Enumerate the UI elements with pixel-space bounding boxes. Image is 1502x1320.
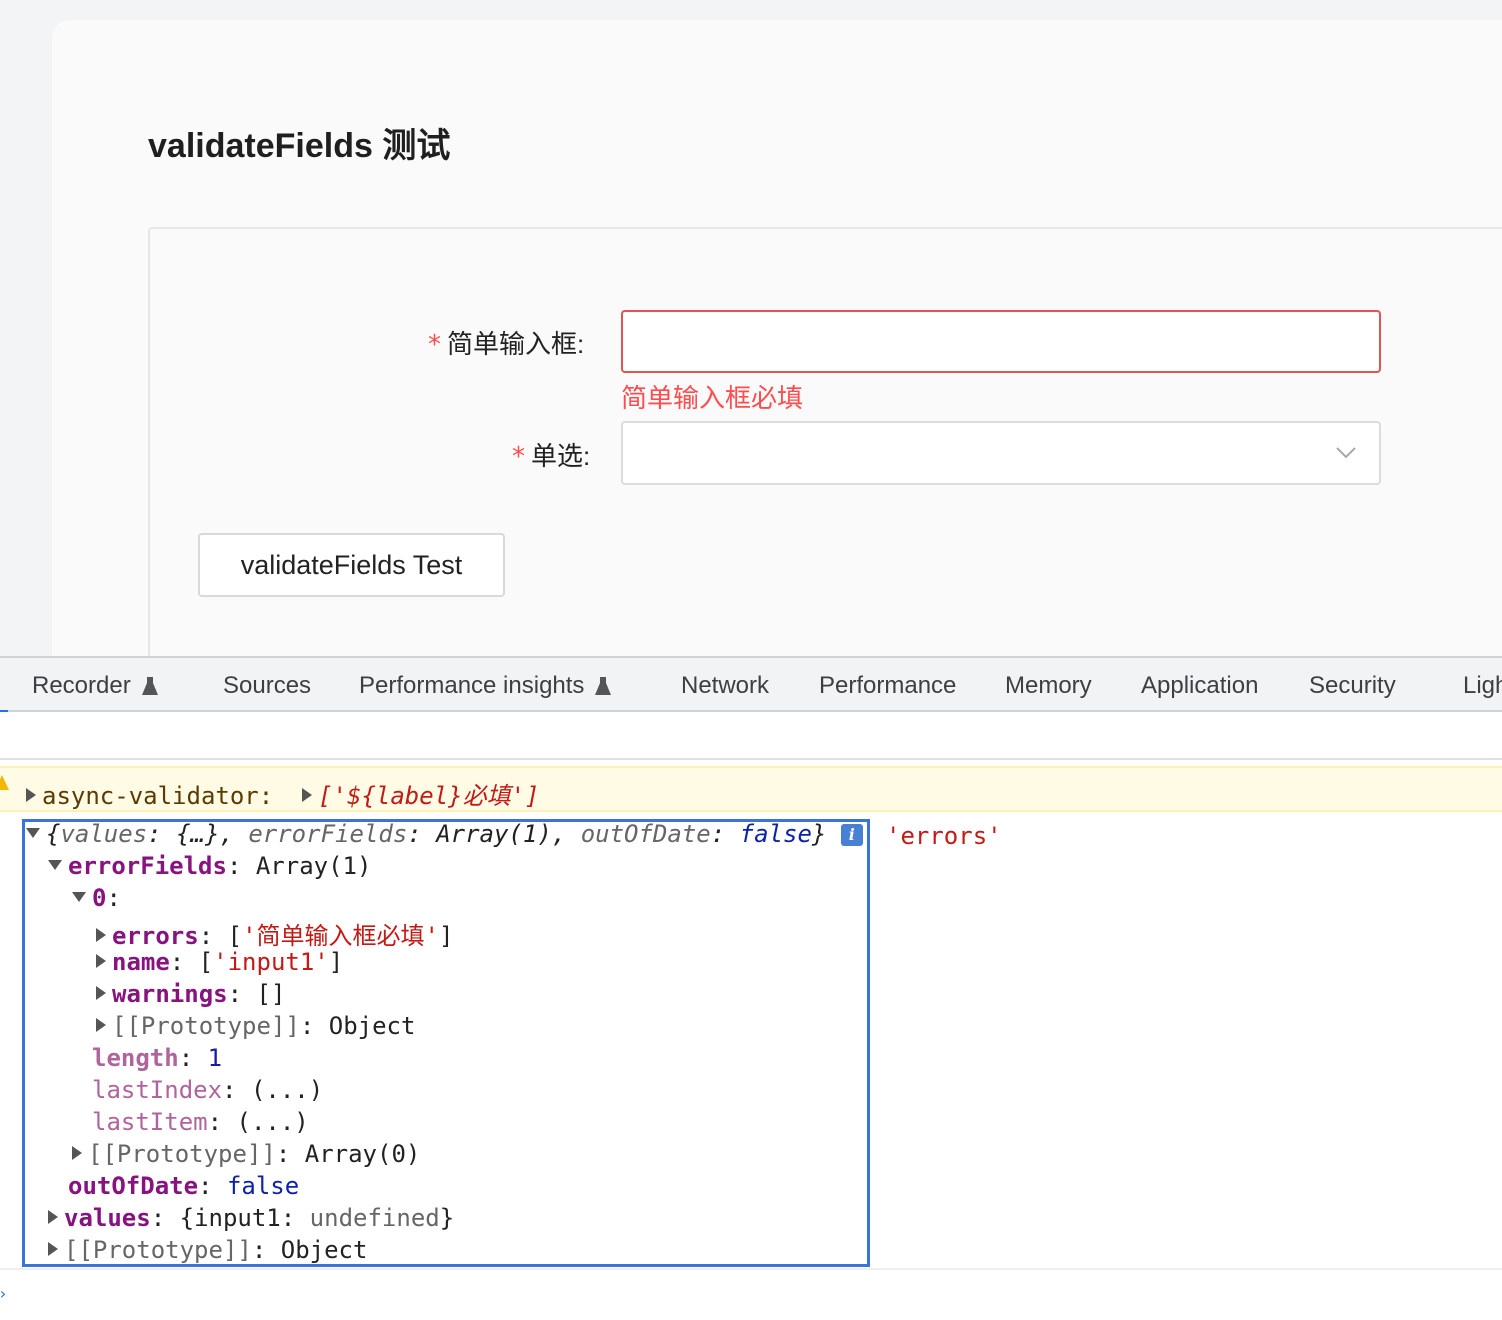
expand-arrow-icon[interactable] (26, 788, 36, 802)
warning-icon (0, 775, 9, 790)
tab-label: Performance insights (359, 672, 585, 699)
tree-errors[interactable]: errors: ['简单输入框必填'] (96, 916, 453, 951)
tree-values[interactable]: values: {input1: undefined} (48, 1204, 454, 1232)
expand-arrow-icon[interactable] (48, 1242, 58, 1256)
flask-icon (595, 677, 612, 695)
tab-security[interactable]: Security (1309, 672, 1396, 700)
tree-lastItem[interactable]: lastItem: (...) (92, 1108, 309, 1136)
collapse-arrow-icon[interactable] (48, 860, 62, 870)
field1-label: 简单输入框: (447, 329, 585, 359)
tab-sources[interactable]: Sources (223, 672, 311, 700)
console-divider (0, 1268, 1502, 1270)
tab-performance[interactable]: Performance (819, 672, 956, 700)
page-title: validateFields 测试 (148, 127, 451, 165)
expand-arrow-icon[interactable] (96, 954, 106, 968)
expand-arrow-icon[interactable] (96, 1018, 106, 1032)
tree-length: length: 1 (92, 1044, 223, 1072)
tab-lighthouse[interactable]: Ligh (1463, 672, 1502, 700)
info-icon[interactable]: i (840, 824, 863, 846)
single-select[interactable] (621, 421, 1381, 485)
tree-array-prototype[interactable]: [[Prototype]]: Array(0) (72, 1140, 420, 1168)
required-mark: * (512, 442, 525, 472)
field2-label: 单选: (531, 441, 591, 471)
tab-label: Sources (223, 672, 312, 699)
tree-warnings[interactable]: warnings: [] (96, 980, 285, 1008)
expand-arrow-icon[interactable] (96, 928, 106, 942)
tab-label: Network (681, 672, 770, 699)
tab-label: Memory (1005, 672, 1092, 699)
object-summary-line[interactable]: {values: {…}, errorFields: Array(1), out… (26, 820, 863, 848)
expand-arrow-icon[interactable] (48, 1210, 58, 1224)
tree-root-prototype[interactable]: [[Prototype]]: Object (48, 1236, 367, 1264)
tree-outOfDate: outOfDate: false (68, 1172, 300, 1200)
warning-message: async-validator: ['${label}必填'] (26, 776, 539, 811)
field1-error-message: 简单输入框必填 (621, 383, 804, 413)
validate-fields-button[interactable]: validateFields Test (198, 533, 505, 597)
tree-errorFields[interactable]: errorFields: Array(1) (48, 852, 371, 880)
tab-recorder[interactable]: Recorder (32, 672, 159, 700)
console-warning-row[interactable]: async-validator: ['${label}必填'] (0, 766, 1502, 812)
field2-label-wrap: * 单选: (512, 436, 590, 473)
collapse-arrow-icon[interactable] (26, 828, 40, 838)
tab-label: Recorder (32, 672, 131, 699)
console-toolbar (0, 712, 1502, 760)
tree-name[interactable]: name: ['input1'] (96, 948, 343, 976)
tab-network[interactable]: Network (681, 672, 769, 700)
collapse-arrow-icon[interactable] (72, 892, 86, 902)
field1-label-wrap: * 简单输入框: (428, 324, 584, 361)
tab-memory[interactable]: Memory (1005, 672, 1092, 700)
expand-arrow-icon[interactable] (72, 1146, 82, 1160)
expand-arrow-icon[interactable] (302, 788, 313, 802)
expand-arrow-icon[interactable] (96, 986, 106, 1000)
tab-label: Ligh (1463, 672, 1502, 699)
tab-label: Security (1309, 672, 1396, 699)
tab-application[interactable]: Application (1141, 672, 1258, 700)
tree-lastIndex[interactable]: lastIndex: (...) (92, 1076, 323, 1104)
tree-item-prototype[interactable]: [[Prototype]]: Object (96, 1012, 415, 1040)
tab-label: Performance (819, 672, 957, 699)
flask-icon (141, 677, 158, 695)
tree-index-0[interactable]: 0: (72, 884, 121, 912)
console-side-string: 'errors' (886, 822, 1002, 850)
devtools-panel: Recorder Sources Performance insights Ne… (0, 656, 1502, 1320)
devtools-tabbar: Recorder Sources Performance insights Ne… (0, 656, 1502, 713)
console-prompt-icon[interactable]: › (0, 1284, 8, 1303)
tab-label: Application (1141, 672, 1259, 699)
chevron-down-icon (1336, 447, 1356, 459)
simple-input-field[interactable] (621, 310, 1381, 373)
required-mark: * (428, 330, 441, 360)
tab-performance-insights[interactable]: Performance insights (359, 672, 612, 700)
